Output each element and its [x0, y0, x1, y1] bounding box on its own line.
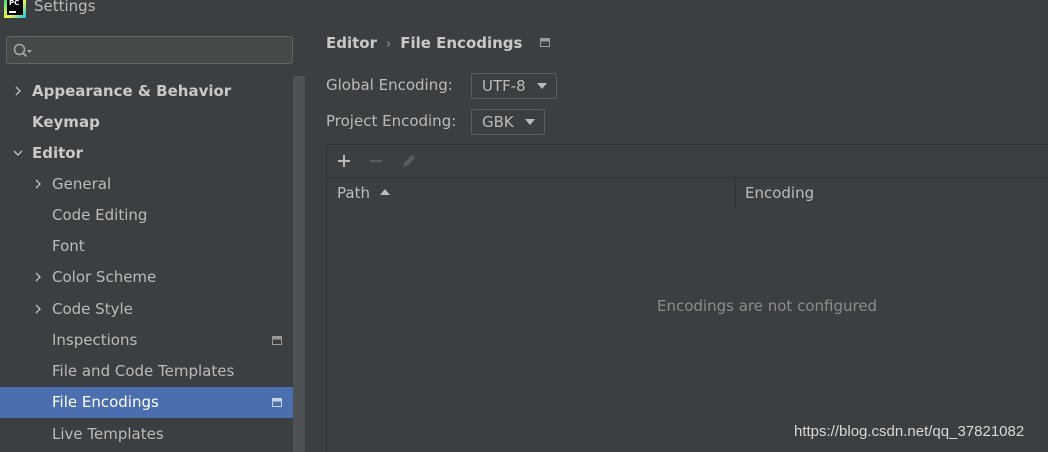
- settings-window: PC Settings Appearance & Behavior Keymap…: [0, 0, 1048, 452]
- sidebar-item-code-editing[interactable]: Code Editing: [0, 200, 305, 231]
- title-bar: PC Settings: [0, 0, 1048, 22]
- sidebar-item-editor[interactable]: Editor: [0, 138, 305, 169]
- table-body: Encodings are not configured: [327, 209, 1048, 452]
- sidebar-scrollbar-thumb[interactable]: [293, 76, 305, 452]
- global-encoding-label: Global Encoding:: [326, 76, 453, 94]
- chevron-right-icon[interactable]: [33, 179, 43, 189]
- pycharm-logo-icon: PC: [4, 0, 26, 18]
- global-encoding-value: UTF-8: [482, 77, 526, 95]
- sidebar-item-label: Editor: [32, 144, 83, 162]
- window-title: Settings: [34, 0, 96, 15]
- sidebar-item-label: File Encodings: [52, 393, 159, 411]
- sidebar-item-label: Inspections: [52, 331, 138, 349]
- project-level-icon: [272, 398, 282, 407]
- plus-icon[interactable]: [335, 152, 353, 170]
- sidebar-item-label: Appearance & Behavior: [32, 82, 232, 100]
- table-toolbar: [327, 145, 1048, 177]
- project-encoding-value: GBK: [482, 113, 514, 131]
- sidebar-item-file-and-code-templates[interactable]: File and Code Templates: [0, 356, 305, 387]
- search-icon: [13, 43, 32, 58]
- column-divider[interactable]: [735, 178, 736, 209]
- main-panel: Editor › File Encodings Global Encoding: U…: [305, 22, 1048, 452]
- column-header-path[interactable]: Path: [337, 178, 390, 209]
- path-encodings-table-panel: Path Encoding Encodings are not configur…: [326, 144, 1048, 452]
- settings-sidebar: Appearance & Behavior Keymap Editor Gene…: [0, 22, 305, 452]
- sidebar-item-label: General: [52, 175, 112, 193]
- breadcrumb-parent[interactable]: Editor: [326, 34, 377, 52]
- column-header-label: Path: [337, 184, 370, 202]
- sidebar-item-keymap[interactable]: Keymap: [0, 107, 305, 138]
- project-level-icon: [272, 336, 282, 345]
- sidebar-item-general[interactable]: General: [0, 169, 305, 200]
- sidebar-scrollbar[interactable]: [293, 76, 305, 452]
- dropdown-arrow-icon: [537, 83, 547, 89]
- chevron-right-icon[interactable]: [13, 86, 23, 96]
- settings-search-box[interactable]: [6, 36, 293, 64]
- empty-table-message: Encodings are not configured: [657, 297, 878, 315]
- breadcrumb-separator: ›: [386, 37, 392, 52]
- sidebar-item-label: Live Templates: [52, 425, 164, 443]
- pencil-icon[interactable]: [400, 152, 418, 170]
- breadcrumb-current: File Encodings: [400, 34, 523, 52]
- sidebar-item-label: Color Scheme: [52, 268, 157, 286]
- dropdown-arrow-icon: [525, 119, 535, 125]
- sidebar-item-label: Code Style: [52, 300, 133, 318]
- sidebar-item-live-templates[interactable]: Live Templates: [0, 419, 305, 450]
- sidebar-item-label: Code Editing: [52, 206, 148, 224]
- column-header-label: Encoding: [745, 184, 815, 202]
- table-header: Path Encoding: [327, 177, 1048, 210]
- chevron-right-icon[interactable]: [33, 304, 43, 314]
- sidebar-item-font[interactable]: Font: [0, 231, 305, 262]
- global-encoding-dropdown[interactable]: UTF-8: [471, 73, 557, 99]
- chevron-down-icon[interactable]: [13, 148, 23, 158]
- sidebar-item-appearance-behavior[interactable]: Appearance & Behavior: [0, 76, 305, 107]
- sidebar-item-label: Font: [52, 237, 85, 255]
- sidebar-item-color-scheme[interactable]: Color Scheme: [0, 262, 305, 293]
- app-logo-text: PC: [9, 0, 20, 7]
- column-header-encoding[interactable]: Encoding: [745, 178, 814, 209]
- sidebar-item-code-style[interactable]: Code Style: [0, 294, 305, 325]
- project-encoding-label: Project Encoding:: [326, 112, 457, 130]
- project-encoding-dropdown[interactable]: GBK: [471, 109, 545, 135]
- sidebar-item-label: File and Code Templates: [52, 362, 235, 380]
- breadcrumb: Editor › File Encodings: [326, 34, 550, 52]
- sidebar-item-file-encodings[interactable]: File Encodings: [0, 387, 305, 418]
- search-input[interactable]: [37, 40, 291, 62]
- sidebar-item-label: Keymap: [32, 113, 100, 131]
- sort-ascending-icon: [379, 189, 390, 195]
- sidebar-item-inspections[interactable]: Inspections: [0, 325, 305, 356]
- project-level-icon: [539, 38, 550, 47]
- watermark-text: https://blog.csdn.net/qq_37821082: [794, 423, 1025, 440]
- chevron-right-icon[interactable]: [33, 272, 43, 282]
- minus-icon[interactable]: [367, 152, 385, 170]
